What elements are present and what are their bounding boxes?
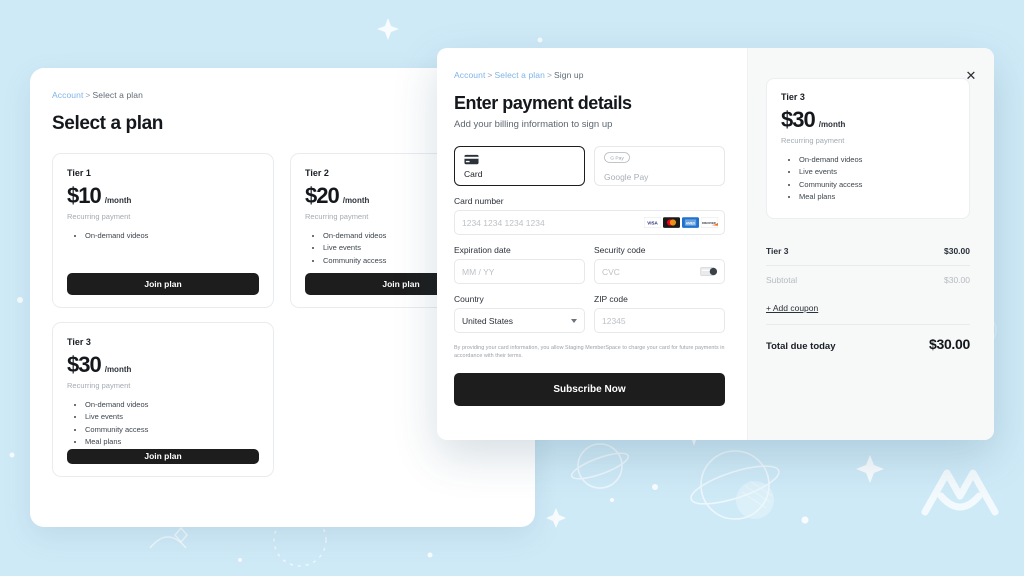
memberspace-logo-watermark [921,469,999,516]
country-zip-row: Country United States ZIP code 12345 [454,284,725,333]
summary-feature-item: Community access [799,179,955,191]
svg-text:AMEX: AMEX [686,221,696,225]
security-code-input[interactable]: CVC [594,259,725,284]
plan-feature-list: On-demand videos [85,230,259,242]
plan-price: $30 [67,352,102,377]
summary-line-item-subtotal: Subtotal $30.00 [766,266,970,294]
payment-tab-card[interactable]: Card [454,146,585,186]
plan-feature-list: On-demand videos Live events Community a… [85,399,259,449]
zip-code-label: ZIP code [594,294,628,304]
expiry-security-row: Expiration date MM / YY Security code CV… [454,235,725,284]
summary-line-item-label: Tier 3 [766,245,789,256]
plan-feature-item: Community access [85,424,259,436]
plan-price-row: $30 /month [67,352,259,378]
amex-icon: AMEX [682,217,699,228]
summary-tier-name: Tier 3 [781,92,805,102]
card-number-input[interactable]: 1234 1234 1234 1234 VISA AMEX DISCOVER [454,210,725,235]
terms-fineprint: By providing your card information, you … [454,345,725,360]
svg-text:G Pay: G Pay [610,155,624,161]
add-coupon-button[interactable]: + Add coupon [766,294,818,324]
summary-price-period: /month [818,120,846,129]
security-code-placeholder: CVC [602,266,620,277]
expiration-date-input[interactable]: MM / YY [454,259,585,284]
payment-method-tabs: Card G Pay Google Pay [454,146,725,186]
modal-form-column: Account > Select a plan > Sign up Enter paym… [437,48,747,440]
svg-text:DISCOVER: DISCOVER [702,221,716,225]
summary-feature-item: Live events [799,166,955,178]
modal-breadcrumb-account-link[interactable]: Account [454,70,485,80]
summary-price: $30 [781,107,816,132]
plan-tier-name: Tier 3 [67,337,91,347]
summary-recurring-note: Recurring payment [781,136,845,145]
card-number-placeholder: 1234 1234 1234 1234 [462,217,545,228]
summary-line-item-amount: $30.00 [944,245,970,256]
cvc-card-icon [700,266,718,277]
summary-feature-item: On-demand videos [799,154,955,166]
plan-feature-item: Meal plans [85,436,259,448]
join-plan-button-tier-1[interactable]: Join plan [67,273,259,295]
plan-feature-item: On-demand videos [85,399,259,411]
plan-tier-name: Tier 1 [67,168,91,178]
zip-code-placeholder: 12345 [602,315,626,326]
plan-price: $20 [305,183,340,208]
summary-total-amount: $30.00 [928,335,970,352]
expiration-date-label: Expiration date [454,245,511,255]
breadcrumb-account-link[interactable]: Account [52,90,83,100]
plan-recurring-note: Recurring payment [67,212,131,221]
payment-details-modal: Account > Select a plan > Sign up Enter paym… [437,48,994,440]
plan-price-period: /month [342,196,370,205]
country-label: Country [454,294,484,304]
summary-line-item-plan: Tier 3 $30.00 [766,237,970,266]
breadcrumb-current: Select a plan [92,90,143,100]
breadcrumb-separator: > [85,90,91,100]
summary-feature-item: Meal plans [799,191,955,203]
summary-feature-list: On-demand videos Live events Community a… [799,154,955,204]
modal-breadcrumb-separator-2: > [546,70,553,80]
summary-total-label: Total due today [766,340,836,352]
zip-code-input[interactable]: 12345 [594,308,725,333]
discover-icon: DISCOVER [701,217,718,228]
plan-price-row: $10 /month [67,183,259,209]
summary-subtotal-amount: $30.00 [944,274,970,285]
payment-tab-card-label: Card [464,168,483,179]
plan-card-tier-3[interactable]: Tier 3 $30 /month Recurring payment On-d… [52,322,274,477]
close-icon[interactable]: ✕ [963,68,979,84]
mastercard-icon [663,217,680,228]
card-brand-icons: VISA AMEX DISCOVER [644,217,718,228]
summary-line-items: Tier 3 $30.00 Subtotal $30.00 + Add coup… [766,237,970,352]
country-selected-value: United States [462,315,514,326]
summary-subtotal-label: Subtotal [766,274,798,285]
join-plan-button-tier-3[interactable]: Join plan [67,448,259,464]
google-pay-icon: G Pay [604,150,715,168]
order-summary-column: Tier 3 $30 /month Recurring payment On-d… [747,48,994,440]
plan-card-tier-1[interactable]: Tier 1 $10 /month Recurring payment On-d… [52,153,274,308]
summary-price-row: $30 /month [781,107,955,133]
payment-tab-google-pay-label: Google Pay [604,172,649,182]
card-number-label: Card number [454,196,504,206]
plan-recurring-note: Recurring payment [67,381,131,390]
modal-breadcrumb: Account > Select a plan > Sign up [454,70,725,80]
modal-title: Enter payment details [454,93,632,113]
credit-card-icon [464,154,575,165]
subscribe-now-button[interactable]: Subscribe Now [454,372,725,406]
svg-text:VISA: VISA [647,221,658,226]
plan-price-period: /month [104,196,132,205]
summary-plan-card: Tier 3 $30 /month Recurring payment On-d… [766,78,970,219]
chevron-down-icon [571,318,577,323]
plan-price: $10 [67,183,102,208]
visa-icon: VISA [644,217,661,228]
modal-breadcrumb-plan-link[interactable]: Select a plan [495,70,545,80]
plan-price-period: /month [104,365,132,374]
plan-feature-item: Live events [85,411,259,423]
summary-total-row: Total due today $30.00 [766,325,970,352]
modal-subtitle: Add your billing information to sign up [454,119,613,130]
expiration-date-placeholder: MM / YY [462,266,495,277]
country-select[interactable]: United States [454,308,585,333]
security-code-label: Security code [594,245,646,255]
modal-breadcrumb-separator-1: > [487,70,493,80]
modal-breadcrumb-current: Sign up [554,70,584,80]
payment-tab-google-pay[interactable]: G Pay Google Pay [594,146,725,186]
plan-feature-item: On-demand videos [85,230,259,242]
